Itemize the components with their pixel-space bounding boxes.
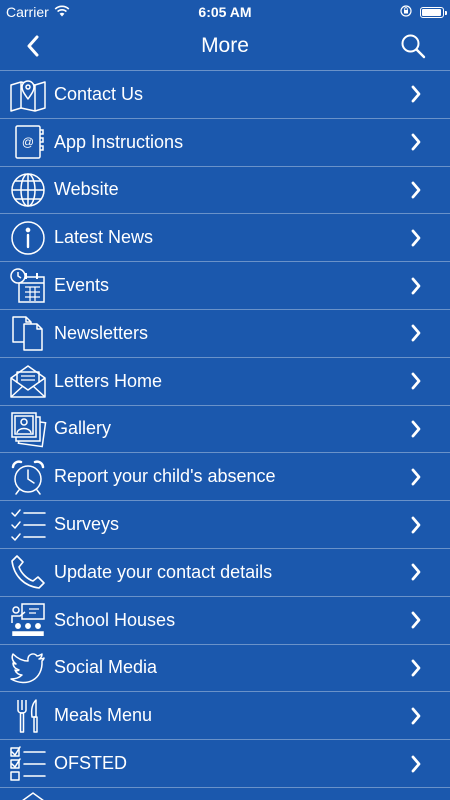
menu-item-ofsted[interactable]: OFSTED xyxy=(0,740,450,788)
menu-item-update-contact-details[interactable]: Update your contact details xyxy=(0,549,450,597)
menu-item-label: Latest News xyxy=(54,227,154,248)
chevron-right-icon xyxy=(406,754,426,774)
house-icon xyxy=(18,788,48,800)
chevron-right-icon xyxy=(406,610,426,630)
chevron-right-icon xyxy=(406,515,426,535)
chevron-right-icon xyxy=(406,562,426,582)
menu-item-surveys[interactable]: Surveys xyxy=(0,501,450,549)
twitter-bird-icon xyxy=(9,649,47,687)
envelope-icon xyxy=(9,362,47,400)
photos-icon xyxy=(9,410,47,448)
menu-item-report-absence[interactable]: Report your child's absence xyxy=(0,453,450,502)
menu-item-label: Gallery xyxy=(54,418,112,439)
phone-icon xyxy=(9,553,47,591)
chevron-right-icon xyxy=(406,706,426,726)
menu-item-school-houses[interactable]: School Houses xyxy=(0,597,450,645)
menu-item-label: Website xyxy=(54,179,119,200)
menu-item-label: Surveys xyxy=(54,514,120,535)
documents-icon xyxy=(9,314,47,352)
orientation-lock-icon xyxy=(400,4,412,20)
alarm-clock-icon xyxy=(9,458,47,496)
search-icon xyxy=(401,34,426,59)
chevron-right-icon xyxy=(406,323,426,343)
search-button[interactable] xyxy=(398,31,428,61)
menu-item-contact-us[interactable]: Contact Us xyxy=(0,71,450,119)
classroom-icon xyxy=(9,601,47,639)
menu-item-label: Meals Menu xyxy=(54,705,153,726)
status-bar: Carrier 6:05 AM xyxy=(0,0,450,24)
chevron-right-icon xyxy=(406,658,426,678)
menu-list: Contact Us @ App Instructions Website La… xyxy=(0,70,450,800)
chevron-right-icon xyxy=(406,371,426,391)
menu-item-label: Newsletters xyxy=(54,322,149,343)
battery-icon xyxy=(420,6,447,18)
menu-item-label: Update your contact details xyxy=(54,561,273,582)
chevron-right-icon xyxy=(406,180,426,200)
chevron-right-icon xyxy=(406,419,426,439)
menu-item-latest-news[interactable]: Latest News xyxy=(0,214,450,263)
chevron-right-icon xyxy=(406,84,426,104)
status-right xyxy=(400,4,447,20)
address-book-icon: @ xyxy=(9,123,47,161)
menu-item-label: Contact Us xyxy=(54,83,144,104)
chevron-right-icon xyxy=(406,467,426,487)
checklist-icon xyxy=(9,506,47,544)
wifi-icon xyxy=(54,4,70,20)
menu-item-label: Report your child's absence xyxy=(54,466,276,487)
menu-item-label: School Houses xyxy=(54,609,176,630)
chevron-right-icon xyxy=(406,132,426,152)
calendar-clock-icon xyxy=(9,267,47,305)
menu-item-letters-home[interactable]: Letters Home xyxy=(0,358,450,406)
chevron-right-icon xyxy=(406,276,426,296)
info-icon xyxy=(9,219,47,257)
menu-item-meals-menu[interactable]: Meals Menu xyxy=(0,692,450,741)
menu-item-label: Social Media xyxy=(54,657,158,678)
menu-item-newsletters[interactable]: Newsletters xyxy=(0,310,450,358)
menu-item-label: Events xyxy=(54,275,110,296)
menu-item-gallery[interactable]: Gallery xyxy=(0,406,450,454)
menu-item-events[interactable]: Events xyxy=(0,262,450,310)
chevron-left-icon xyxy=(27,35,39,57)
chevron-right-icon xyxy=(406,228,426,248)
nav-bar: More xyxy=(0,24,450,68)
menu-item-label: OFSTED xyxy=(54,753,128,774)
fork-knife-icon xyxy=(9,697,47,735)
menu-item-social-media[interactable]: Social Media xyxy=(0,645,450,693)
checkbox-list-icon xyxy=(9,745,47,783)
globe-icon xyxy=(9,171,47,209)
carrier-label: Carrier xyxy=(6,4,49,20)
page-title: More xyxy=(201,34,249,57)
menu-item-app-instructions[interactable]: @ App Instructions xyxy=(0,119,450,167)
menu-item-label: Letters Home xyxy=(54,370,163,391)
menu-item-website[interactable]: Website xyxy=(0,167,450,215)
menu-item-label: App Instructions xyxy=(54,131,184,152)
svg-text:@: @ xyxy=(22,135,34,149)
back-button[interactable] xyxy=(18,31,48,61)
status-left: Carrier xyxy=(6,4,70,20)
menu-item-partial[interactable] xyxy=(0,788,450,800)
map-icon xyxy=(9,75,47,113)
